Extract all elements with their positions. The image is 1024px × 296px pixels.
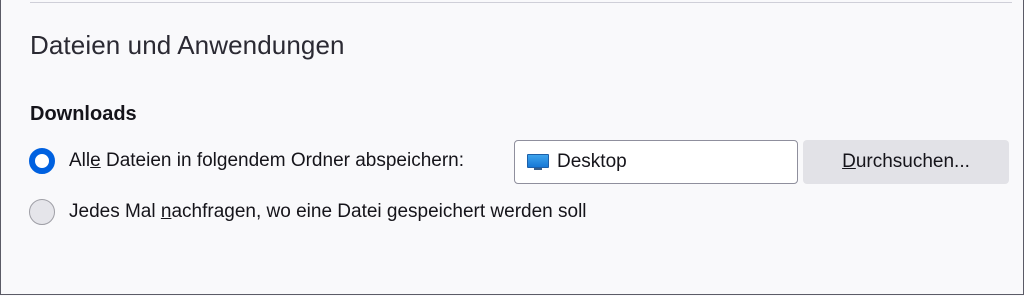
section-title: Dateien und Anwendungen: [30, 30, 345, 60]
desktop-icon: [527, 153, 549, 171]
save-to-folder-label[interactable]: Alle Dateien in folgendem Ordner abspeic…: [69, 150, 464, 172]
downloads-heading: Downloads: [30, 103, 137, 125]
section-divider: [30, 2, 1012, 3]
download-folder-field[interactable]: Desktop: [514, 140, 798, 184]
browse-button[interactable]: Durchsuchen...: [803, 140, 1009, 184]
always-ask-label[interactable]: Jedes Mal nachfragen, wo eine Datei gesp…: [69, 201, 587, 223]
save-to-folder-option[interactable]: Alle Dateien in folgendem Ordner abspeic…: [29, 148, 464, 174]
always-ask-option[interactable]: Jedes Mal nachfragen, wo eine Datei gesp…: [29, 199, 587, 225]
save-to-folder-radio[interactable]: [29, 148, 55, 174]
download-folder-name: Desktop: [557, 151, 627, 172]
always-ask-radio[interactable]: [29, 199, 55, 225]
